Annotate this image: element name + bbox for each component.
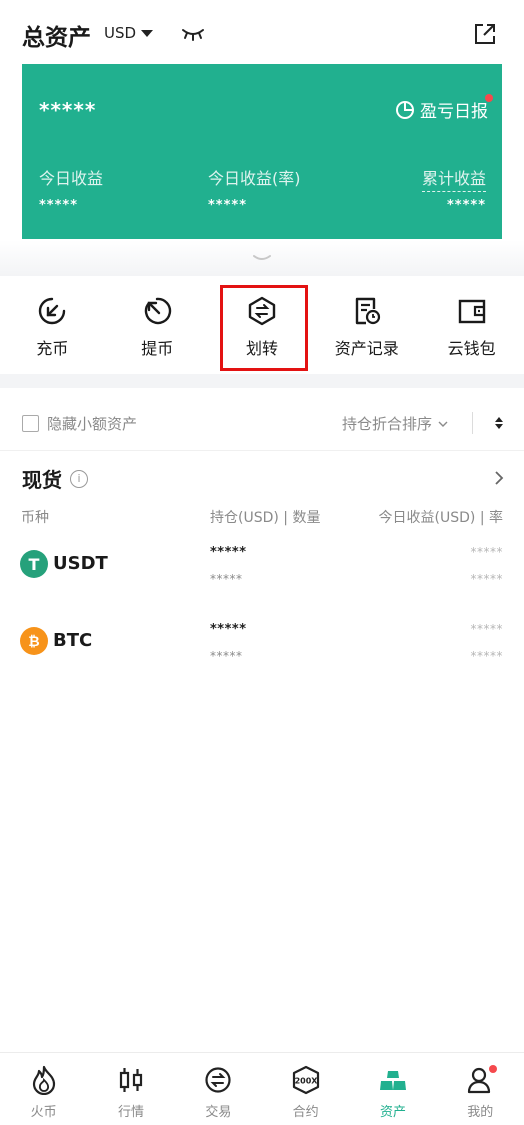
currency-selector[interactable]: USD [104, 24, 154, 42]
holding-value: ***** [210, 545, 247, 560]
notification-dot [485, 94, 493, 102]
spot-section-header[interactable]: 现货 i [22, 464, 88, 493]
header: 总资产 USD [0, 0, 524, 64]
deposit-label: 充币 [36, 339, 69, 358]
nav-market[interactable]: 行情 [87, 1053, 174, 1125]
candlestick-icon [119, 1068, 143, 1092]
chevron-down-icon[interactable] [252, 254, 272, 264]
pie-chart-icon [396, 100, 414, 119]
withdraw-label: 提币 [141, 339, 174, 358]
nav-trade[interactable]: 交易 [175, 1053, 262, 1125]
withdraw-icon [144, 297, 172, 325]
bottom-nav: 火币 行情 交易 200X 合约 资产 我的 [0, 1052, 524, 1125]
info-icon[interactable]: i [70, 469, 88, 488]
asset-records-button[interactable]: 资产记录 [314, 278, 419, 374]
today-pnl-value: ***** [39, 198, 78, 213]
today-pnl-rate-value: ***** [208, 198, 247, 213]
holding-value: ***** [210, 622, 247, 637]
btc-coin-icon: ₿ [20, 627, 48, 655]
exchange-icon [205, 1067, 231, 1093]
sort-dropdown[interactable]: 持仓折合排序 [342, 413, 448, 434]
asset-records-label: 资产记录 [334, 339, 399, 358]
nav-label: 合约 [292, 1105, 319, 1120]
holding-quantity: ***** [210, 649, 243, 663]
deposit-icon [39, 297, 66, 325]
currency-label: USD [104, 24, 137, 42]
page-title: 总资产 [22, 25, 91, 51]
cumulative-pnl-label[interactable]: 累计收益 [421, 165, 486, 192]
cumulative-pnl-value: ***** [447, 198, 486, 213]
notification-dot [488, 1065, 497, 1073]
caret-down-icon [141, 29, 154, 37]
column-header-holding: 持仓(USD) | 数量 [210, 510, 321, 526]
today-pnl-rate-label: 今日收益(率) [208, 169, 301, 188]
assets-icon [379, 1071, 406, 1090]
quick-actions: 充币 提币 划转 资产记录 云钱包 [0, 278, 524, 374]
column-header-pnl: 今日收益(USD) | 率 [378, 510, 503, 526]
coin-row-btc[interactable]: ₿ BTC ***** ***** ***** ***** [0, 612, 524, 682]
chevron-down-small-icon [438, 421, 448, 427]
eye-closed-icon[interactable] [181, 26, 205, 42]
transfer-button[interactable]: 划转 [210, 278, 315, 374]
cloud-wallet-button[interactable]: 云钱包 [419, 278, 524, 374]
pnl-report-label: 盈亏日报 [420, 102, 488, 122]
column-header-coin: 币种 [21, 510, 49, 526]
usdt-coin-icon: T [20, 550, 48, 578]
hide-small-label[interactable]: 隐藏小额资产 [47, 413, 137, 434]
withdraw-button[interactable]: 提币 [105, 278, 210, 374]
contract-200x-icon: 200X [292, 1065, 319, 1095]
coin-name: BTC [53, 630, 93, 651]
chevron-right-icon[interactable] [494, 470, 504, 486]
sort-label: 持仓折合排序 [342, 415, 433, 433]
sort-toggle-icon[interactable] [494, 416, 504, 430]
asset-summary-card: ***** 盈亏日报 今日收益 今日收益(率) 累计收益 ***** *****… [22, 64, 502, 239]
nav-label: 火币 [30, 1105, 57, 1120]
spot-title: 现货 [22, 468, 62, 492]
today-pnl-value: ***** [470, 545, 503, 559]
cloud-wallet-label: 云钱包 [447, 339, 496, 358]
coin-row-usdt[interactable]: T USDT ***** ***** ***** ***** [0, 535, 524, 605]
today-pnl-label: 今日收益 [39, 169, 104, 188]
records-icon [355, 297, 380, 325]
contract-badge-text: 200X [294, 1077, 318, 1086]
nav-label: 资产 [379, 1105, 406, 1120]
wallet-icon [458, 299, 485, 324]
filter-bar: 隐藏小额资产 持仓折合排序 [0, 395, 524, 451]
nav-contract[interactable]: 200X 合约 [262, 1053, 349, 1125]
hide-small-checkbox[interactable] [22, 415, 39, 432]
today-pnl-rate: ***** [470, 572, 503, 586]
nav-profile[interactable]: 我的 [437, 1053, 524, 1125]
today-pnl-value: ***** [470, 622, 503, 636]
flame-icon [32, 1065, 55, 1095]
nav-label: 行情 [117, 1105, 144, 1120]
total-assets-value: ***** [39, 98, 97, 122]
pnl-report-link[interactable]: 盈亏日报 [395, 94, 493, 122]
transfer-label: 划转 [245, 339, 278, 358]
coin-name: USDT [53, 553, 108, 574]
separator [472, 412, 473, 434]
nav-label: 交易 [205, 1105, 232, 1120]
share-out-icon[interactable] [473, 22, 497, 46]
nav-assets[interactable]: 资产 [349, 1053, 436, 1125]
nav-huobi[interactable]: 火币 [0, 1053, 87, 1125]
deposit-button[interactable]: 充币 [0, 278, 105, 374]
transfer-icon [248, 296, 276, 326]
today-pnl-rate: ***** [470, 649, 503, 663]
nav-label: 我的 [467, 1105, 494, 1120]
section-gap [0, 374, 524, 388]
holding-quantity: ***** [210, 572, 243, 586]
